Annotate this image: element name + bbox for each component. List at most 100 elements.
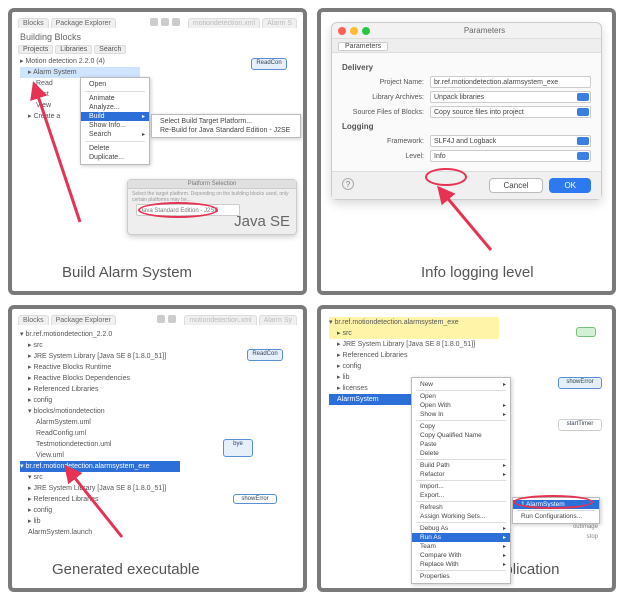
diagram-block[interactable]: ReadCon [251,58,287,70]
level-dropdown[interactable]: Info [430,150,591,162]
framework-dropdown[interactable]: SLF4J and Logback [430,135,591,147]
tab-editor-faded[interactable]: Alarm S [262,18,297,28]
tree-node[interactable]: ▸ JRE System Library [Java SE 8 [1.8.0_5… [329,339,499,350]
help-icon[interactable]: ? [342,178,354,190]
tree-selected-exe[interactable]: ▾ br.ref.motiondetection.alarmsystem_exe [20,461,180,472]
tree-node[interactable]: AlarmSystem.uml [20,417,180,428]
tree-node[interactable]: ▸ config [20,505,180,516]
tree-node[interactable]: ▸ Referenced Libraries [329,350,499,361]
tool-icon[interactable] [172,18,180,26]
menu-show-in[interactable]: Show In [412,410,510,419]
tree-node[interactable]: ▸ src [329,328,499,339]
tab-editor-faded[interactable]: motiondetection.xml [184,315,256,325]
subtab-search[interactable]: Search [94,45,126,54]
tree-node[interactable]: ▾ blocks/motiondetection [20,406,180,417]
tab-blocks[interactable]: Blocks [18,18,49,28]
tree-node[interactable]: ▸ Referenced Libraries [20,384,180,395]
subtab-projects[interactable]: Projects [18,45,53,54]
ok-button[interactable]: OK [549,178,591,193]
tree-root[interactable]: ▸ Motion detection 2.2.0 (4) [20,56,140,67]
tree-node[interactable]: View.uml [20,450,180,461]
menu-analyze[interactable]: Analyze... [81,103,149,112]
menu-refactor[interactable]: Refactor [412,470,510,479]
context-menu[interactable]: Open Animate Analyze... Build Show Info.… [80,77,150,165]
tree-node[interactable]: ▸ Referenced Libraries [20,494,180,505]
package-explorer-tree[interactable]: ▾ br.ref.motiondetection_2.2.0 ▸ src ▸ J… [20,329,180,538]
submenu-select-target[interactable]: Select Build Target Platform... [152,117,300,126]
tree-node[interactable]: ▸ Reactive Blocks Dependencies [20,373,180,384]
diagram-block[interactable] [576,327,596,337]
runas-alarmsystem[interactable]: 1 AlarmSystem [513,500,599,509]
menu-refresh[interactable]: Refresh [412,503,510,512]
tree-node[interactable]: ▸ src [20,340,180,351]
menu-open-with[interactable]: Open With [412,401,510,410]
menu-assign-ws[interactable]: Assign Working Sets... [412,512,510,521]
zoom-icon[interactable] [362,27,370,35]
tree-node[interactable]: ▾ src [20,472,180,483]
tool-icon[interactable] [157,315,165,323]
popup-hint: Select the target platform. Depending on… [128,189,296,205]
tree-node[interactable]: ▸ JRE System Library [Java SE 8 [1.8.0_5… [20,351,180,362]
tree-node[interactable]: ▸ lib [20,516,180,527]
tab-package-explorer[interactable]: Package Explorer [51,18,116,28]
tree-node[interactable]: ▸ JRE System Library [Java SE 8 [1.8.0_5… [20,483,180,494]
subtab-libraries[interactable]: Libraries [55,45,92,54]
tab-editor-faded[interactable]: Alarm Sy [259,315,297,325]
platform-field[interactable]: Java Standard Edition - J2SE [136,204,240,216]
menu-delete[interactable]: Delete [81,144,149,153]
tree-node[interactable]: ▸ config [329,361,499,372]
tool-icon[interactable] [150,18,158,26]
close-icon[interactable] [338,27,346,35]
library-archives-dropdown[interactable]: Unpack libraries [430,91,591,103]
diagram-block[interactable]: startTimer [558,419,602,431]
menu-duplicate[interactable]: Duplicate... [81,153,149,162]
menu-copy[interactable]: Copy [412,422,510,431]
menu-build-path[interactable]: Build Path [412,461,510,470]
tree-node[interactable]: ▾ br.ref.motiondetection_2.2.0 [20,329,180,340]
menu-delete[interactable]: Delete [412,449,510,458]
menu-showinfo[interactable]: Show Info... [81,121,149,130]
tab-editor-faded[interactable]: motiondetection.xml [188,18,260,28]
tree-node[interactable]: ReadConfig.uml [20,428,180,439]
context-menu[interactable]: New Open Open With Show In Copy Copy Qua… [411,377,511,584]
diagram-block[interactable]: ReadCon [247,349,283,361]
diagram-block[interactable]: showError [558,377,602,389]
menu-open[interactable]: Open [81,80,149,89]
runas-run-configurations[interactable]: Run Configurations... [513,512,599,521]
project-name-field[interactable]: br.ref.motiondetection.alarmsystem_exe [430,76,591,88]
menu-paste[interactable]: Paste [412,440,510,449]
tool-icon[interactable] [161,18,169,26]
menu-build[interactable]: Build [81,112,149,121]
menu-new[interactable]: New [412,380,510,389]
tab-parameters[interactable]: Parameters [338,42,388,51]
tool-icon[interactable] [168,315,176,323]
runas-submenu[interactable]: 1 AlarmSystem Run Configurations... [512,497,600,524]
menu-compare-with[interactable]: Compare With [412,551,510,560]
tree-node[interactable]: ▸ Reactive Blocks Runtime [20,362,180,373]
source-files-dropdown[interactable]: Copy source files into project [430,106,591,118]
menu-run-as[interactable]: Run As [412,533,510,542]
menu-export[interactable]: Export... [412,491,510,500]
panel-info-logging: Parameters Parameters Delivery Project N… [317,8,616,295]
menu-copy-qualified[interactable]: Copy Qualified Name [412,431,510,440]
cancel-button[interactable]: Cancel [489,178,544,193]
menu-debug-as[interactable]: Debug As [412,524,510,533]
tree-node[interactable]: Testmotiondetection.uml [20,439,180,450]
diagram-block[interactable]: bye [223,439,253,457]
menu-properties[interactable]: Properties [412,572,510,581]
menu-animate[interactable]: Animate [81,94,149,103]
menu-search[interactable]: Search [81,130,149,139]
menu-replace-with[interactable]: Replace With [412,560,510,569]
menu-open[interactable]: Open [412,392,510,401]
tab-package-explorer[interactable]: Package Explorer [51,315,116,325]
menu-import[interactable]: Import... [412,482,510,491]
tab-blocks[interactable]: Blocks [18,315,49,325]
minimize-icon[interactable] [350,27,358,35]
diagram-block[interactable]: showError [233,494,277,504]
submenu-rebuild-j2se[interactable]: Re-Build for Java Standard Edition - J2S… [152,126,300,135]
menu-team[interactable]: Team [412,542,510,551]
tree-node[interactable]: AlarmSystem.launch [20,527,180,538]
tree-node[interactable]: ▸ config [20,395,180,406]
build-submenu[interactable]: Select Build Target Platform... Re-Build… [151,114,301,138]
tree-node[interactable]: ▾ br.ref.motiondetection.alarmsystem_exe [329,317,499,328]
